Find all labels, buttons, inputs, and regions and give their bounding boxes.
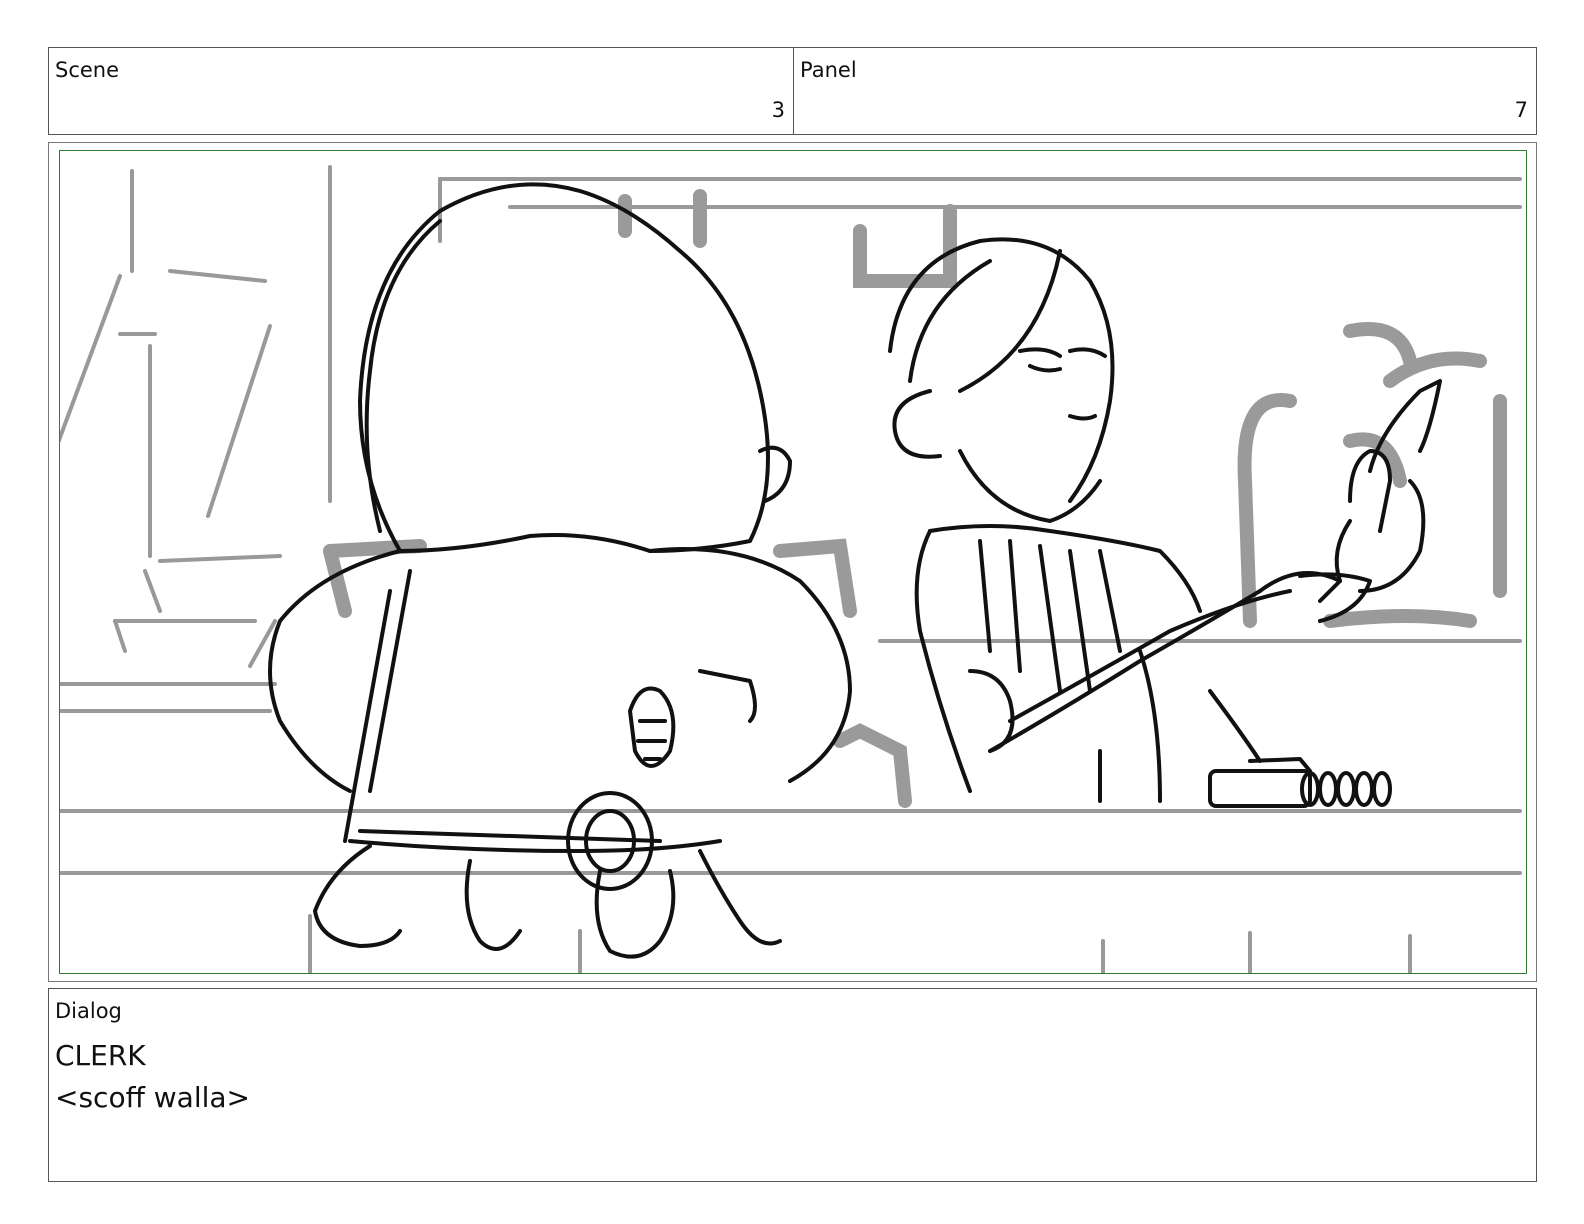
storyboard-sketch-icon — [60, 165, 1522, 973]
panel-number: 7 — [1514, 98, 1528, 122]
safe-area-frame — [59, 150, 1527, 974]
storyboard-header: Scene 3 Panel 7 — [48, 47, 1537, 135]
scene-label: Scene — [55, 58, 120, 82]
panel-cell: Panel 7 — [794, 48, 1536, 134]
scene-cell: Scene 3 — [49, 48, 794, 134]
dialog-character: CLERK — [55, 1039, 146, 1072]
dialog-line: <scoff walla> — [55, 1081, 251, 1114]
scene-number: 3 — [771, 98, 785, 122]
dialog-label: Dialog — [55, 999, 122, 1023]
storyboard-frame — [48, 142, 1537, 982]
panel-label: Panel — [800, 58, 857, 82]
dialog-box: Dialog CLERK <scoff walla> — [48, 988, 1537, 1182]
